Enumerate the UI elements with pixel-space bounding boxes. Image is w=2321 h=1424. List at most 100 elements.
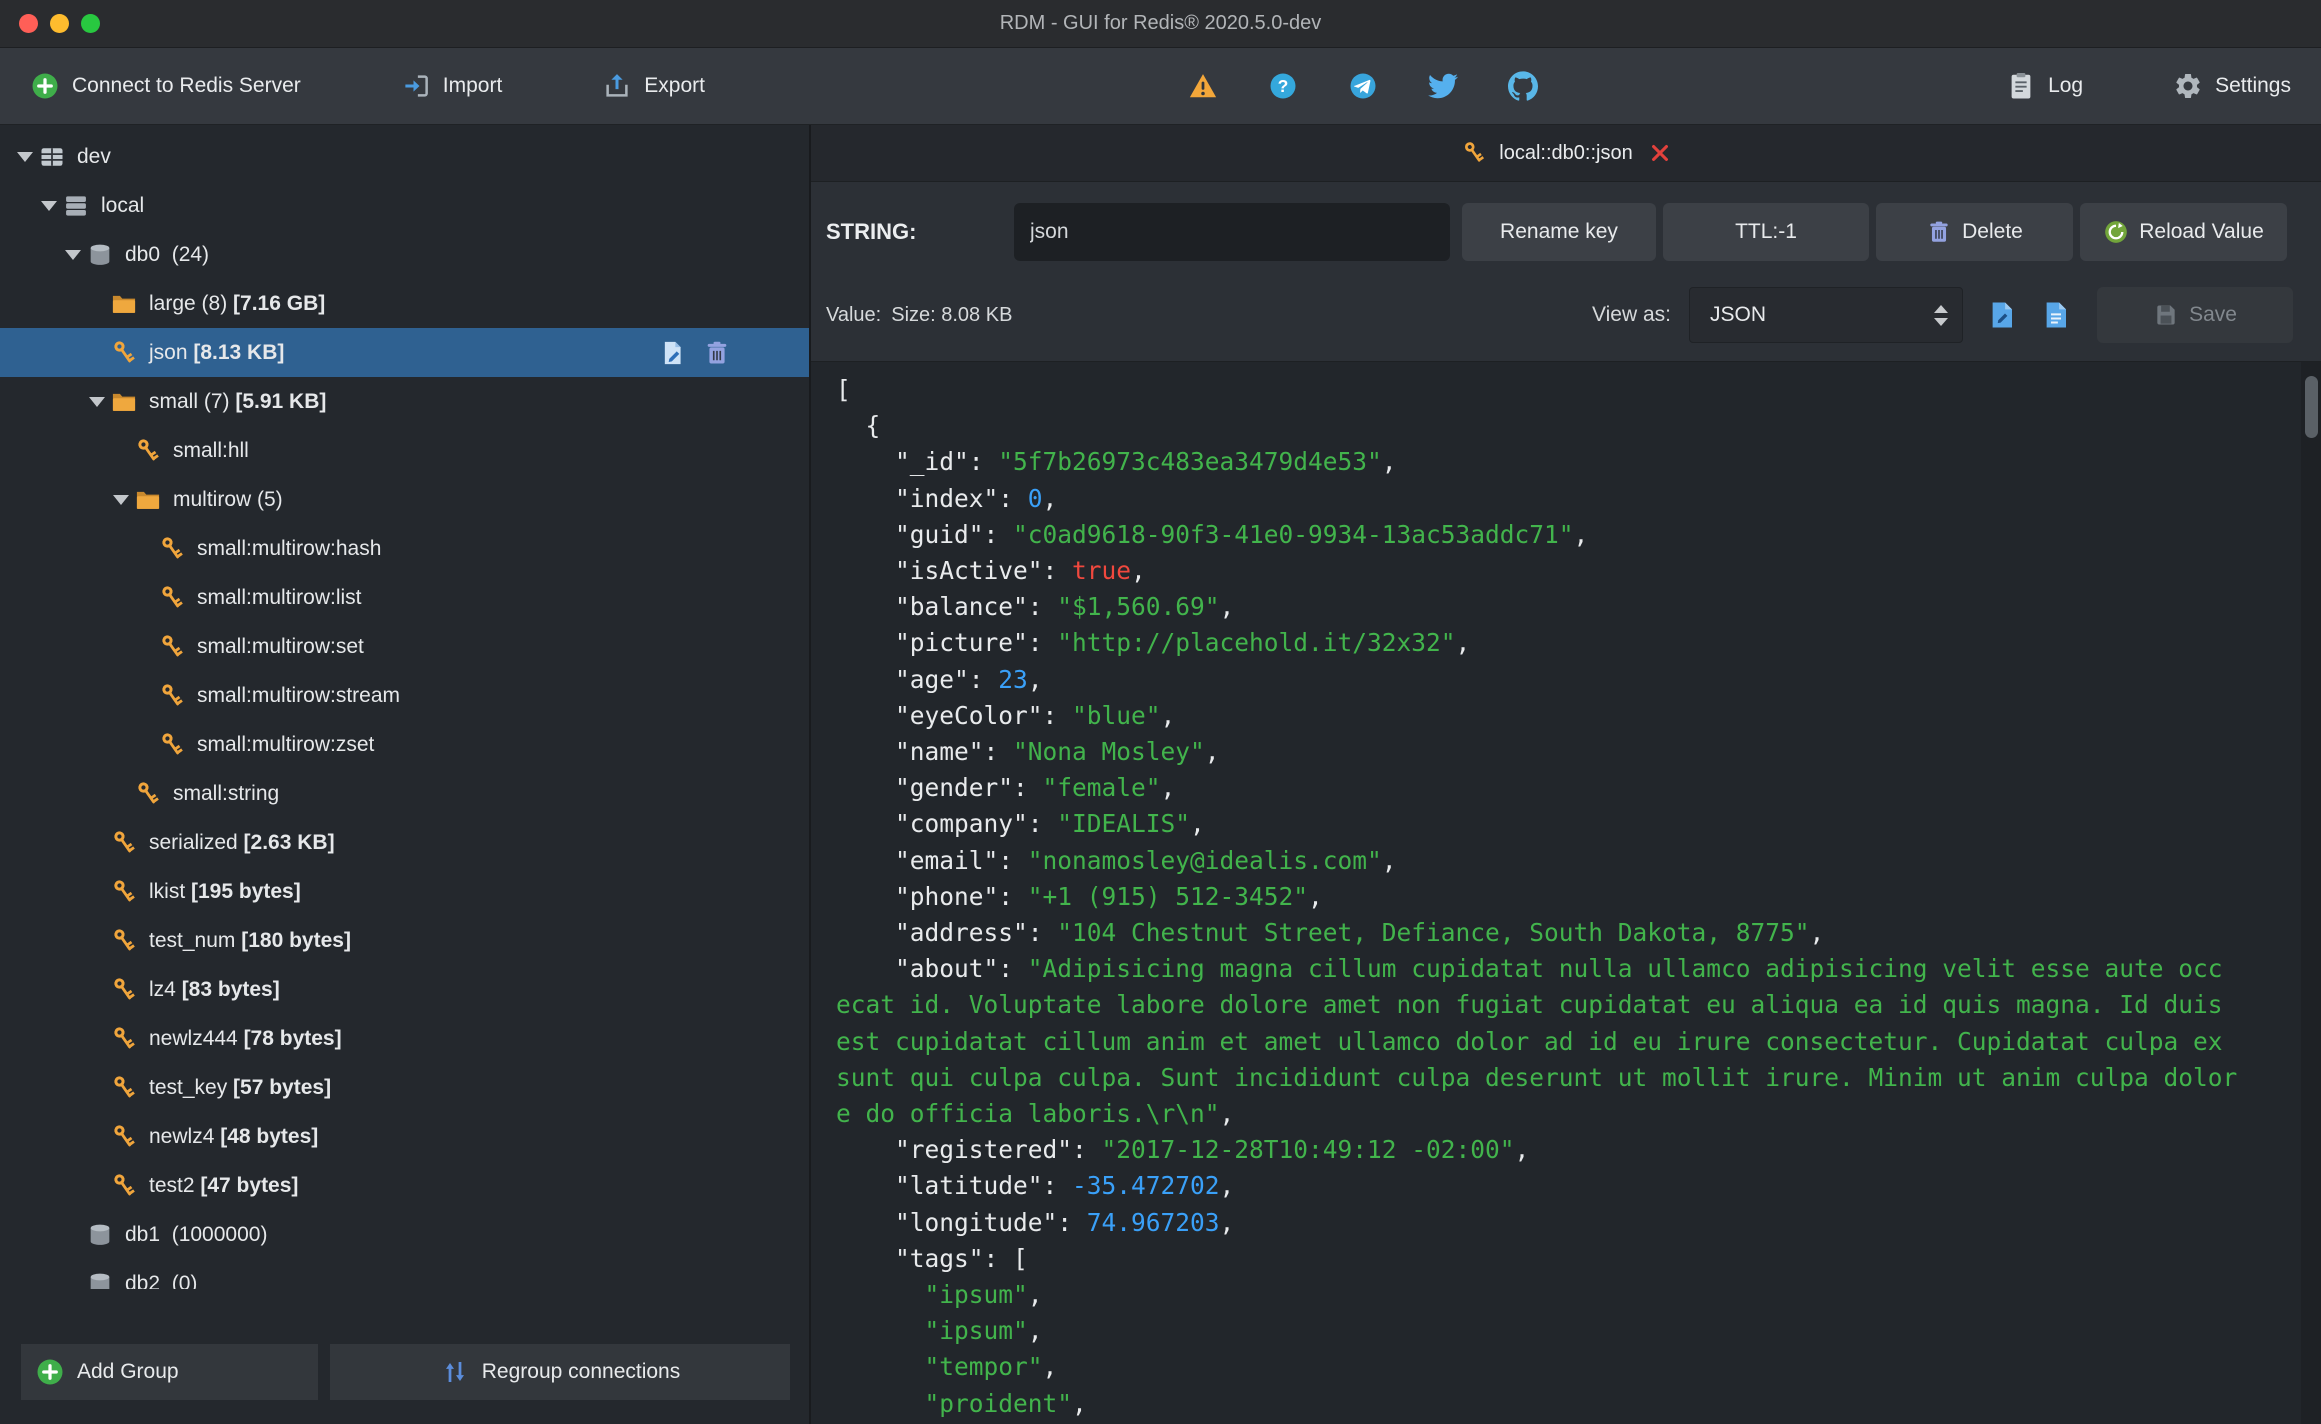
toolbar-right: Log Settings [2006, 71, 2291, 101]
tree-item-small-multirow-zset[interactable]: small:multirow:zset [0, 720, 809, 769]
spinner-arrows-icon [1934, 304, 1948, 326]
open-as-text-button[interactable] [2041, 300, 2071, 330]
connections-sidebar: dev local db0 (24) large (8) [7.16 GB] json … [0, 125, 811, 1424]
add-group-button[interactable]: Add Group [21, 1344, 318, 1400]
tree-item-small-string[interactable]: small:string [0, 769, 809, 818]
view-as-value: JSON [1710, 303, 1767, 326]
save-button[interactable]: Save [2097, 287, 2293, 343]
tree-item-small-multirow-stream[interactable]: small:multirow:stream [0, 671, 809, 720]
tree-item-label: test_num [180 bytes] [149, 928, 351, 952]
connect-to-server-button[interactable]: Connect to Redis Server [30, 71, 301, 101]
reload-icon [2105, 221, 2128, 243]
regroup-label: Regroup connections [481, 1360, 681, 1383]
delete-key-button[interactable]: Delete [1876, 203, 2073, 261]
tree-item-label: small:multirow:zset [197, 732, 375, 756]
delete-key-icon[interactable] [703, 339, 731, 367]
tree-item-multirow-5[interactable]: multirow (5) [0, 475, 809, 524]
value-size: Size: 8.08 KB [891, 303, 1013, 326]
key-name-input[interactable] [1014, 203, 1450, 261]
tree-item-lkist[interactable]: lkist [195 bytes] [0, 867, 809, 916]
tree-item-small-7[interactable]: small (7) [5.91 KB] [0, 377, 809, 426]
expand-arrow-icon[interactable] [84, 396, 110, 407]
tree-item-test-key[interactable]: test_key [57 bytes] [0, 1063, 809, 1112]
rename-key-button[interactable]: Rename key [1462, 203, 1656, 261]
key-icon [162, 585, 183, 607]
scrollbar-thumb[interactable] [2305, 376, 2318, 438]
log-button[interactable]: Log [2006, 71, 2083, 101]
reload-value-label: Reload Value [2139, 220, 2264, 243]
tree-item-label: newlz4 [48 bytes] [149, 1124, 319, 1148]
add-circle-icon [32, 73, 58, 99]
editor-line: "age": 23, [836, 664, 1043, 694]
expand-arrow-icon[interactable] [36, 200, 62, 211]
folder-icon [112, 295, 136, 313]
reload-value-button[interactable]: Reload Value [2080, 203, 2287, 261]
ttl-label: TTL:-1 [1735, 220, 1797, 243]
editor-line: e do officia laboris.\r\n", [836, 1099, 1235, 1129]
toolbar-center-icons: ? [1188, 71, 1538, 101]
editor-line: [ [836, 375, 851, 404]
tree-item-serialized[interactable]: serialized [2.63 KB] [0, 818, 809, 867]
tree-item-label: db2 (0) [125, 1271, 198, 1290]
expand-arrow-icon[interactable] [12, 151, 38, 162]
value-editor[interactable]: [ { "_id": "5f7b26973c483ea3479d4e53", "… [811, 362, 2321, 1424]
close-tab-icon[interactable] [1649, 142, 1671, 164]
editor-line: "_id": "5f7b26973c483ea3479d4e53", [836, 447, 1397, 477]
open-in-editor-button[interactable] [1987, 300, 2017, 330]
ttl-button[interactable]: TTL:-1 [1663, 203, 1869, 261]
toolbar: Connect to Redis Server Import Export ? … [0, 48, 2321, 125]
tree-item-test-num[interactable]: test_num [180 bytes] [0, 916, 809, 965]
editor-line: ecat id. Voluptate labore dolore amet no… [836, 990, 2223, 1020]
tree-item-small-multirow-hash[interactable]: small:multirow:hash [0, 524, 809, 573]
help-icon[interactable]: ? [1268, 71, 1298, 101]
editor-line: "ipsum", [836, 1280, 1043, 1310]
tree-item-size: [48 bytes] [220, 1124, 319, 1148]
editor-scrollbar[interactable] [2301, 362, 2321, 1424]
github-icon[interactable] [1508, 71, 1538, 101]
gear-icon [2176, 74, 2200, 98]
edit-value-icon[interactable] [659, 339, 687, 367]
save-label: Save [2189, 303, 2237, 326]
tree-item-newlz444[interactable]: newlz444 [78 bytes] [0, 1014, 809, 1063]
import-button[interactable]: Import [401, 71, 502, 101]
expand-arrow-icon[interactable] [60, 249, 86, 260]
export-button[interactable]: Export [602, 71, 705, 101]
tree-item-test2[interactable]: test2 [47 bytes] [0, 1161, 809, 1210]
key-tree: dev local db0 (24) large (8) [7.16 GB] json … [0, 125, 809, 1289]
tree-item-small-multirow-set[interactable]: small:multirow:set [0, 622, 809, 671]
key-icon [114, 1075, 135, 1097]
twitter-icon[interactable] [1428, 71, 1458, 101]
tree-item-dev[interactable]: dev [0, 132, 809, 181]
tree-item-size: [2.63 KB] [243, 830, 335, 854]
tree-item-label: newlz444 [78 bytes] [149, 1026, 342, 1050]
tree-item-label: test_key [57 bytes] [149, 1075, 332, 1099]
editor-line: "latitude": -35.472702, [836, 1171, 1235, 1201]
tree-item-db1-1000000[interactable]: db1 (1000000) [0, 1210, 809, 1259]
view-as-select[interactable]: JSON [1689, 287, 1963, 343]
regroup-connections-button[interactable]: Regroup connections [330, 1344, 790, 1400]
tree-item-db0-24[interactable]: db0 (24) [0, 230, 809, 279]
tab-local-db0-json[interactable]: local::db0::json [1461, 140, 1670, 166]
tab-bar: local::db0::json [811, 125, 2321, 182]
tree-item-local[interactable]: local [0, 181, 809, 230]
tree-item-large-8[interactable]: large (8) [7.16 GB] [0, 279, 809, 328]
title-bar: RDM - GUI for Redis® 2020.5.0-dev [0, 0, 2321, 48]
editor-line: "eyeColor": "blue", [836, 700, 1176, 730]
tree-item-label: small:multirow:hash [197, 536, 382, 560]
folder-icon [112, 393, 136, 411]
main-panel: local::db0::json STRING: Rename key TTL:… [811, 125, 2321, 1424]
tree-item-db2-0[interactable]: db2 (0) [0, 1259, 809, 1289]
tree-item-lz4[interactable]: lz4 [83 bytes] [0, 965, 809, 1014]
telegram-icon[interactable] [1348, 71, 1378, 101]
key-icon [114, 340, 135, 362]
tree-item-newlz4[interactable]: newlz4 [48 bytes] [0, 1112, 809, 1161]
tree-item-small-hll[interactable]: small:hll [0, 426, 809, 475]
expand-arrow-icon[interactable] [108, 494, 134, 505]
settings-button[interactable]: Settings [2173, 71, 2291, 101]
tree-item-small-multirow-list[interactable]: small:multirow:list [0, 573, 809, 622]
key-type-label: STRING: [826, 219, 917, 244]
editor-line: "tempor", [836, 1352, 1058, 1382]
tree-item-json[interactable]: json [8.13 KB] [0, 328, 809, 377]
editor-line: "gender": "female", [836, 773, 1176, 803]
warning-icon[interactable] [1188, 71, 1218, 101]
